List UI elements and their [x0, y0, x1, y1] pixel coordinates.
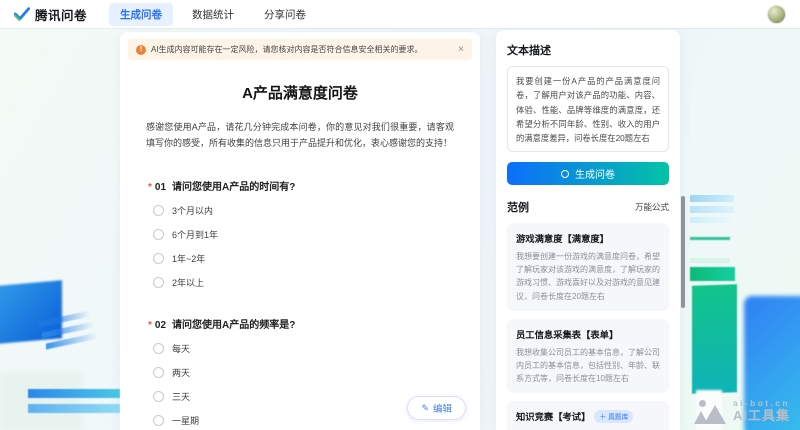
watermark: ai-bot.cn AI工具集	[694, 399, 790, 424]
decor-shape	[692, 284, 737, 394]
radio-icon[interactable]	[153, 229, 164, 240]
watermark-name: AI工具集	[733, 409, 790, 424]
tab-生成问卷[interactable]: 生成问卷	[109, 3, 173, 26]
scrollbar-thumb[interactable]	[681, 196, 685, 308]
example-card[interactable]: 员工信息采集表【表单】 我想收集公司员工的基本信息，了解公司内员工的基本信息，包…	[507, 319, 669, 394]
navbar-tabs: 生成问卷 数据统计 分享问卷	[109, 3, 317, 26]
example-text: 我想要创建一份游戏的满意度问卷，希望了解玩家对该游戏的满意度，了解玩家的游戏习惯…	[516, 250, 660, 303]
decor-shape	[42, 321, 94, 338]
decor-shape	[0, 372, 82, 430]
pencil-icon: ✎	[421, 403, 429, 414]
generate-survey-button[interactable]: 生成问卷	[507, 162, 669, 185]
option-list: 每天 两天 三天 一星期 其他	[148, 342, 452, 430]
description-textarea[interactable]: 我要创建一份A产品的产品满意度问卷，了解用户对该产品的功能、内容、体验、性能、品…	[507, 66, 669, 152]
edit-button-label: 编辑	[433, 401, 452, 415]
option-label: 1年~2年	[172, 252, 205, 265]
decor-shape	[690, 206, 734, 213]
examples-header: 范例 万能公式	[507, 199, 669, 215]
option-list: 3个月以内 6个月到1年 1年~2年 2年以上	[148, 204, 452, 289]
radio-icon[interactable]	[153, 343, 164, 354]
radio-icon[interactable]	[153, 391, 164, 402]
ai-bot-logo-icon	[694, 400, 726, 424]
radio-icon[interactable]	[153, 253, 164, 264]
decor-shape	[690, 217, 732, 223]
example-card[interactable]: 知识竞赛【考试】 ＋ 真题库 请为我设计一份关于中国传统节日主题的知识竞赛题目，…	[507, 401, 669, 430]
decor-shape	[690, 237, 730, 240]
radio-option[interactable]: 3个月以内	[153, 204, 452, 217]
question-text: 请问您使用A产品的时间有?	[172, 182, 295, 193]
examples-title: 范例	[507, 199, 529, 215]
ai-risk-banner: ! AI生成内容可能存在一定风险，请您核对内容是否符合信息安全相关的要求。 ×	[128, 39, 472, 60]
decor-shape	[28, 389, 120, 398]
question-block: *01 请问您使用A产品的时间有? 3个月以内 6个月到1年 1年~2年 2年以上	[148, 178, 452, 289]
close-icon[interactable]: ×	[458, 45, 464, 55]
edit-button[interactable]: ✎ 编辑	[407, 396, 466, 420]
warning-icon: !	[136, 45, 146, 55]
user-avatar[interactable]	[767, 5, 786, 24]
question-block: *02 请问您使用A产品的频率是? 每天 两天 三天 一星期 其他	[148, 316, 452, 430]
example-title: 知识竞赛【考试】	[516, 409, 590, 423]
radio-option[interactable]: 6个月到1年	[153, 228, 452, 241]
question-number: 01	[155, 182, 166, 193]
checkmark-logo-icon	[14, 7, 30, 21]
survey-description: 感谢您使用A产品，请花几分钟完成本问卷，你的意见对我们很重要，请客观填写你的感受…	[146, 119, 454, 151]
question-text: 请问您使用A产品的频率是?	[172, 320, 295, 331]
option-label: 2年以上	[172, 276, 204, 289]
universal-formula-link[interactable]: 万能公式	[635, 201, 669, 213]
required-asterisk: *	[148, 320, 152, 331]
tab-数据统计[interactable]: 数据统计	[181, 3, 245, 26]
generation-panel: 文本描述 我要创建一份A产品的产品满意度问卷，了解用户对该产品的功能、内容、体验…	[496, 30, 680, 430]
decor-shape	[690, 258, 730, 263]
brand-name: 腾讯问卷	[35, 5, 87, 24]
brand-logo[interactable]: 腾讯问卷	[14, 5, 87, 24]
decor-shape	[28, 404, 120, 413]
option-label: 6个月到1年	[172, 228, 218, 241]
warning-text: AI生成内容可能存在一定风险，请您核对内容是否符合信息安全相关的要求。	[151, 44, 423, 55]
radio-option[interactable]: 三天	[153, 390, 452, 403]
example-title: 员工信息采集表【表单】	[516, 327, 618, 341]
example-text: 我想收集公司员工的基本信息，了解公司内员工的基本信息，包括性别、年龄、联系方式等…	[516, 346, 660, 386]
question-list: *01请问您使用A产品的时间有? 3个月以内 6个月到1年 1年~2年 2年以上…	[120, 178, 480, 430]
option-label: 3个月以内	[172, 204, 213, 217]
radio-option[interactable]: 1年~2年	[153, 252, 452, 265]
example-badge: ＋ 真题库	[594, 410, 633, 423]
example-list: 游戏满意度【满意度】 我想要创建一份游戏的满意度问卷，希望了解玩家对该游戏的满意…	[507, 223, 669, 430]
decor-shape	[0, 280, 62, 344]
radio-icon[interactable]	[153, 205, 164, 216]
example-card[interactable]: 游戏满意度【满意度】 我想要创建一份游戏的满意度问卷，希望了解玩家对该游戏的满意…	[507, 223, 669, 311]
option-label: 一星期	[172, 414, 199, 427]
radio-icon[interactable]	[153, 277, 164, 288]
radio-option[interactable]: 2年以上	[153, 276, 452, 289]
survey-title: A产品满意度问卷	[120, 82, 480, 103]
text-description-title: 文本描述	[507, 42, 669, 58]
radio-option[interactable]: 一星期	[153, 414, 452, 427]
decor-shape	[38, 310, 90, 327]
radio-option[interactable]: 两天	[153, 366, 452, 379]
example-title: 游戏满意度【满意度】	[516, 231, 609, 245]
option-label: 每天	[172, 342, 190, 355]
tab-分享问卷[interactable]: 分享问卷	[253, 3, 317, 26]
required-asterisk: *	[148, 182, 152, 193]
decor-shape	[46, 332, 98, 349]
radio-icon[interactable]	[153, 415, 164, 426]
radio-option[interactable]: 每天	[153, 342, 452, 355]
decor-shape	[690, 267, 735, 281]
generate-button-label: 生成问卷	[575, 166, 615, 181]
survey-preview-card: ! AI生成内容可能存在一定风险，请您核对内容是否符合信息安全相关的要求。 × …	[120, 32, 480, 430]
option-label: 两天	[172, 366, 190, 379]
top-navbar: 腾讯问卷 生成问卷 数据统计 分享问卷	[0, 0, 800, 28]
loading-ring-icon	[561, 170, 569, 178]
radio-icon[interactable]	[153, 367, 164, 378]
question-number: 02	[155, 320, 166, 331]
decor-shape	[690, 195, 734, 202]
option-label: 三天	[172, 390, 190, 403]
